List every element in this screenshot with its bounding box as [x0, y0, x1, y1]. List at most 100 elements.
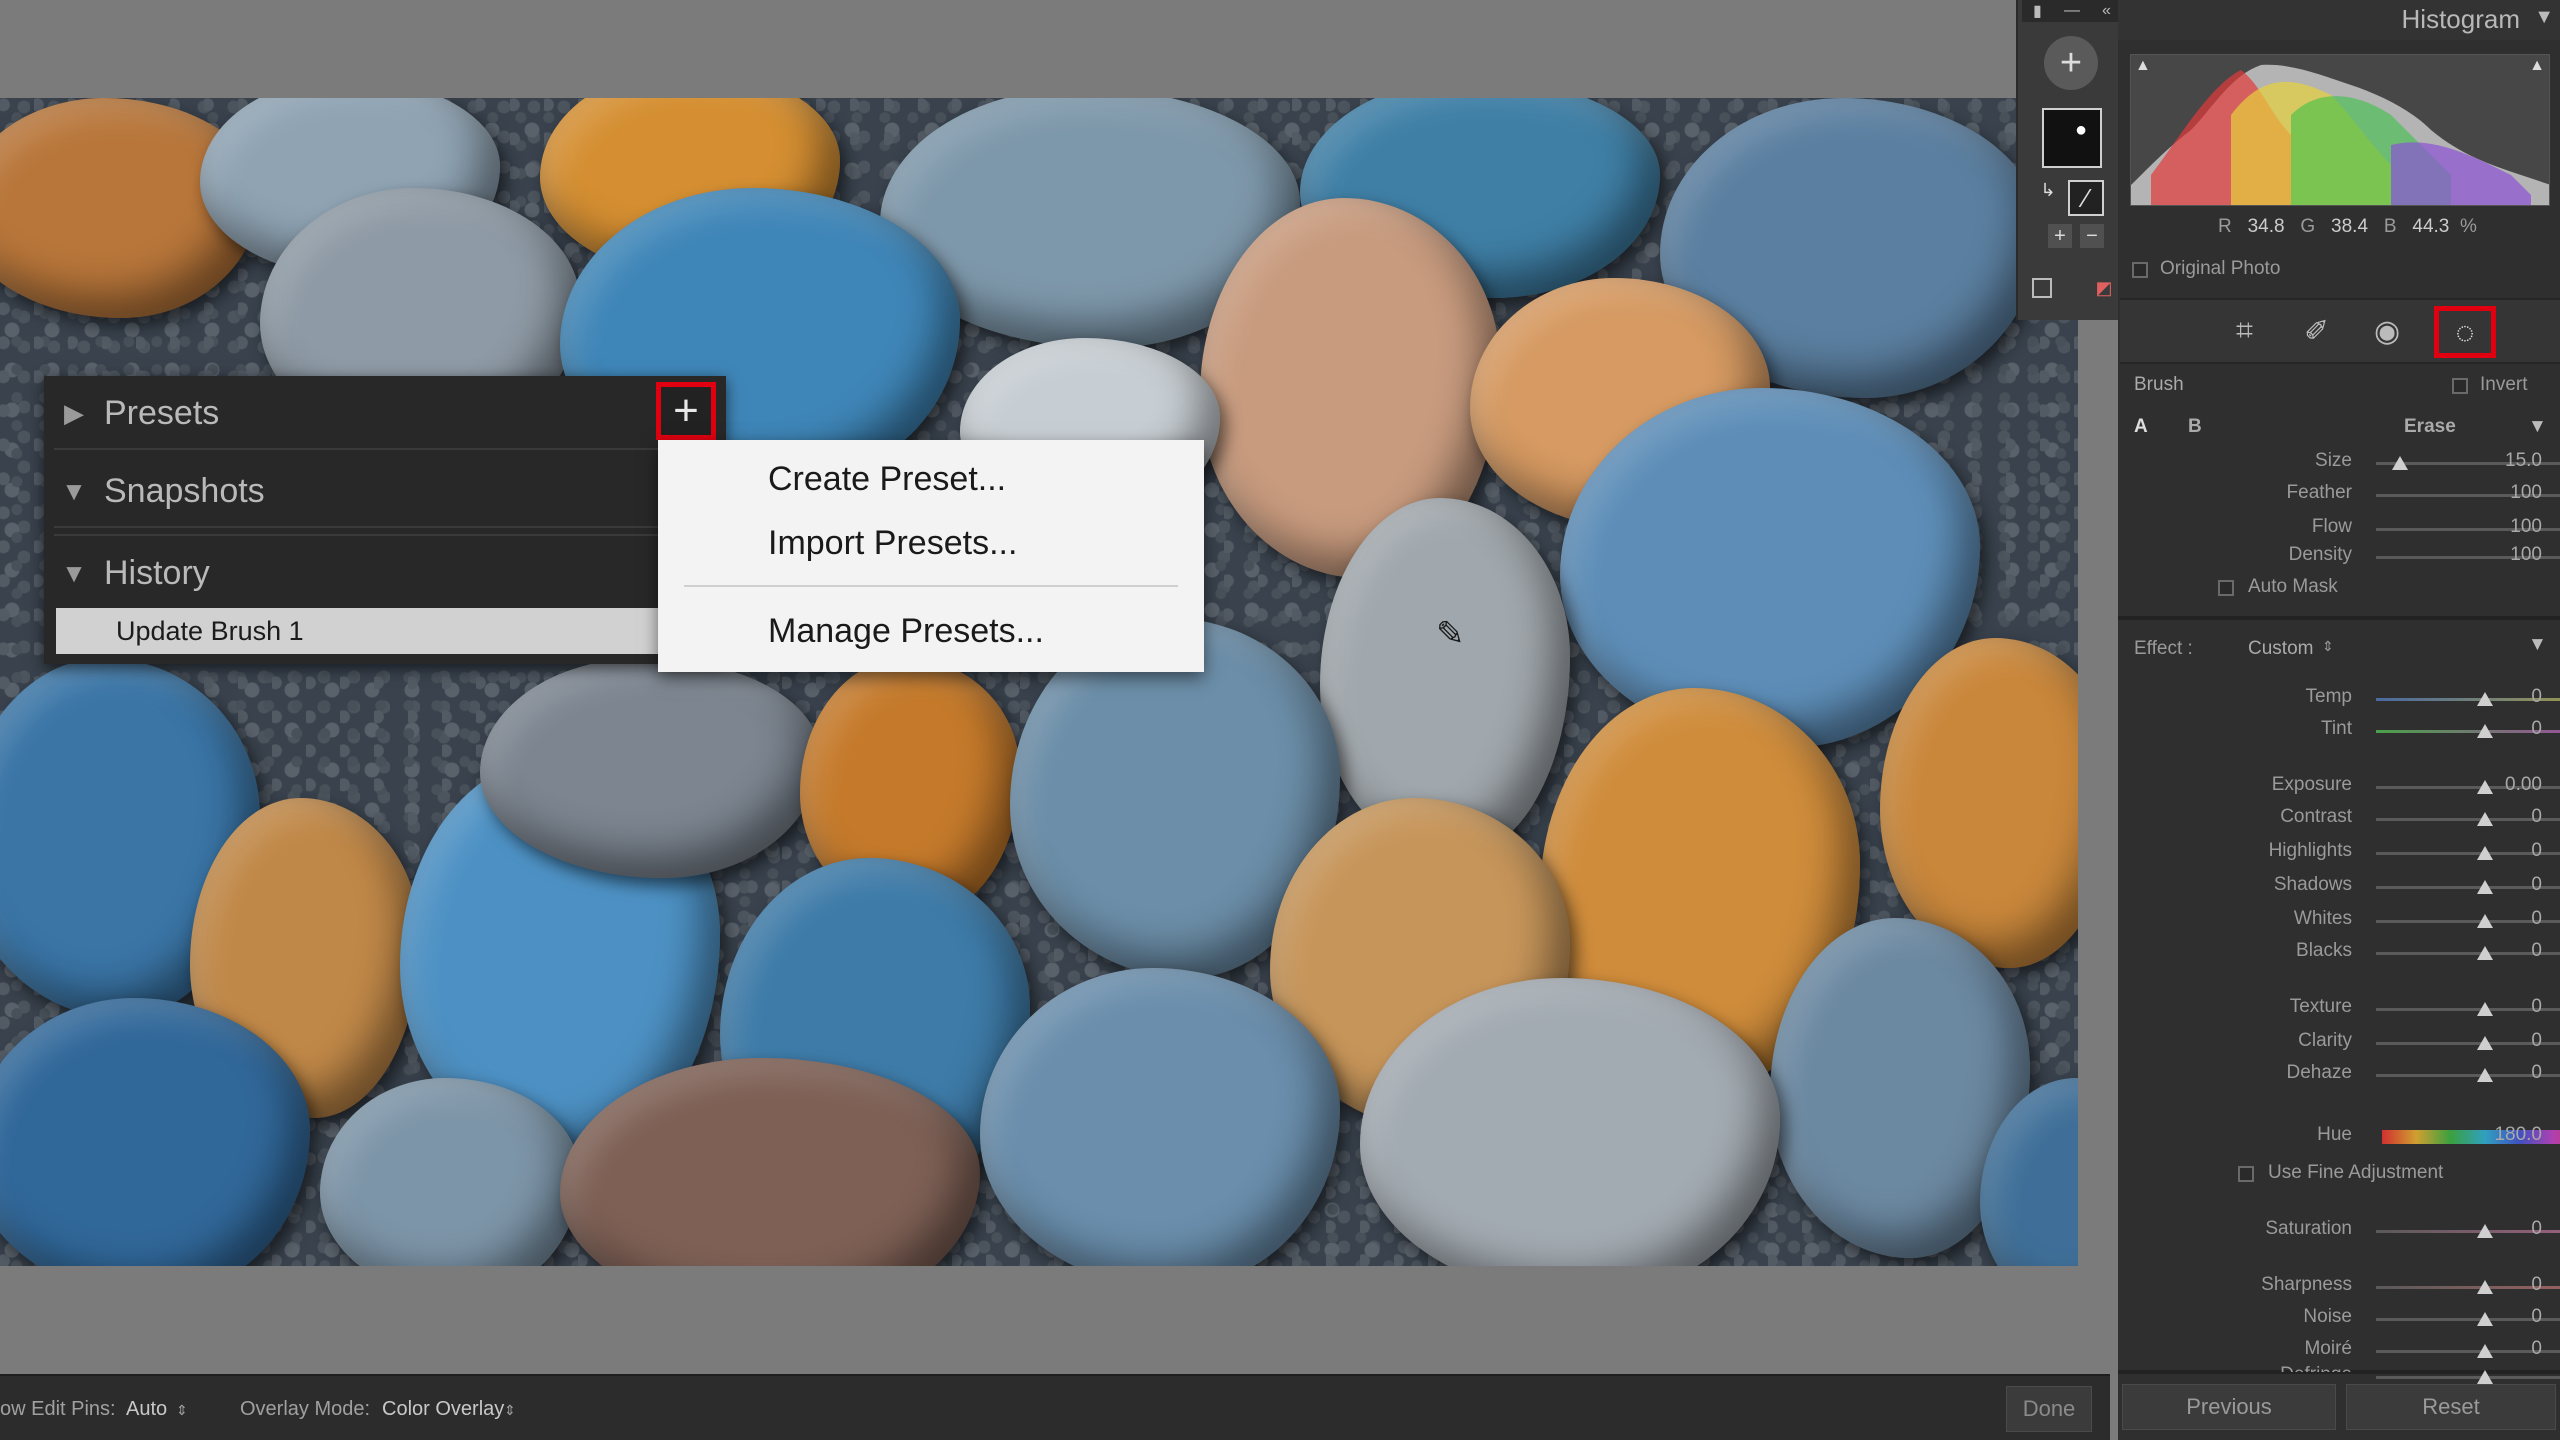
effect-slider-label: Sharpness — [2261, 1274, 2352, 1295]
done-label: Done — [2022, 1396, 2076, 1421]
effect-slider-label: Dehaze — [2286, 1062, 2353, 1083]
highlight-clipping-icon[interactable]: ▲ — [2529, 57, 2545, 75]
presets-header[interactable]: ▶ Presets — [44, 376, 726, 450]
reset-button[interactable]: Reset — [2346, 1384, 2556, 1430]
previous-button[interactable]: Previous — [2122, 1384, 2336, 1430]
effect-slider-value[interactable]: 180.0 — [2482, 1124, 2542, 1146]
mask-tool-strip: ▮ — « + ● ⁄ ↳ + − ◩ — [2016, 0, 2124, 320]
r-value: 34.8 — [2247, 216, 2285, 237]
rgb-readout: R 34.8 G 38.4 B 44.3 % — [2218, 216, 2477, 238]
effect-preset-select[interactable]: Custom — [2248, 638, 2313, 660]
edit-pins-arrows-icon: ⇕ — [176, 1402, 188, 1418]
effect-slider-value[interactable]: 0 — [2482, 1306, 2542, 1328]
invert-label: Invert — [2480, 374, 2528, 395]
size-label: Size — [2315, 450, 2352, 471]
effect-slider-knob[interactable] — [2477, 1370, 2493, 1384]
section-divider — [2118, 616, 2560, 620]
import-presets-menu-item[interactable]: Import Presets... — [768, 524, 1017, 563]
add-to-mask-button[interactable]: + — [2048, 224, 2072, 248]
effect-slider-label: Tint — [2321, 718, 2352, 739]
history-header[interactable]: ▼ History — [44, 536, 726, 610]
collapse-down-icon: ▼ — [61, 557, 87, 588]
effect-slider-value[interactable]: 0 — [2482, 1218, 2542, 1240]
create-preset-menu-item[interactable]: Create Preset... — [768, 460, 1006, 499]
overlay-mode-label: Overlay Mode: — [240, 1398, 371, 1420]
show-overlay-icon[interactable]: ◩ — [2092, 276, 2116, 300]
masking-tool-button[interactable]: ◌ — [2434, 306, 2496, 358]
b-label: B — [2383, 216, 2397, 237]
subtract-from-mask-button[interactable]: − — [2080, 224, 2104, 248]
histogram-header[interactable]: Histogram ▼ — [2118, 0, 2560, 40]
tool-icons-row: ⌗ ✐ ◉ ◌ — [2120, 298, 2560, 364]
shadow-clipping-icon[interactable]: ▲ — [2135, 57, 2151, 75]
effect-slider-value[interactable]: 0 — [2482, 996, 2542, 1018]
invert-checkbox[interactable] — [2452, 378, 2468, 394]
photo-canvas[interactable]: ✎ — [0, 98, 2078, 1266]
effect-slider-value[interactable]: 0.00 — [2482, 774, 2542, 796]
feather-value[interactable]: 100 — [2482, 482, 2542, 504]
effect-slider-label: Noise — [2303, 1306, 2352, 1327]
history-item[interactable]: Update Brush 1 — [56, 608, 716, 654]
original-photo-checkbox[interactable] — [2132, 262, 2148, 278]
effect-slider-label: Moiré — [2304, 1338, 2352, 1359]
effect-slider-label: Whites — [2293, 908, 2352, 929]
size-slider-knob[interactable] — [2392, 456, 2408, 470]
effect-slider-value[interactable]: 0 — [2482, 840, 2542, 862]
effect-slider-value[interactable]: 0 — [2482, 718, 2542, 740]
effect-slider-value[interactable]: 0 — [2482, 686, 2542, 708]
effect-slider-label: Clarity — [2298, 1030, 2352, 1051]
b-value: 44.3 — [2412, 216, 2450, 237]
mask-thumbnail[interactable]: ● — [2042, 108, 2102, 168]
effect-slider-label: Exposure — [2271, 774, 2352, 795]
brush-collapse-icon[interactable]: ▼ — [2528, 416, 2547, 438]
effect-slider-value[interactable]: 0 — [2482, 1274, 2542, 1296]
snapshots-header[interactable]: ▼ Snapshots — [44, 454, 726, 528]
fine-adjustment-checkbox[interactable] — [2238, 1166, 2254, 1182]
effect-slider-label: Blacks — [2296, 940, 2352, 961]
original-photo-label: Original Photo — [2160, 258, 2281, 279]
density-value[interactable]: 100 — [2482, 544, 2542, 566]
crop-icon[interactable]: ⌗ — [2236, 314, 2253, 348]
overlay-mode-select[interactable]: Color Overlay — [382, 1398, 504, 1421]
brush-b-tab[interactable]: B — [2188, 416, 2202, 438]
effect-slider-label: Shadows — [2273, 874, 2352, 895]
edit-pins-label: ow Edit Pins: — [0, 1398, 116, 1420]
overlay-toggle-button[interactable] — [2032, 278, 2052, 298]
red-eye-icon[interactable]: ◉ — [2374, 314, 2400, 349]
size-value[interactable]: 15.0 — [2482, 450, 2542, 472]
effect-collapse-icon[interactable]: ▼ — [2528, 634, 2547, 656]
mask-dot-icon: ● — [2074, 118, 2088, 141]
previous-label: Previous — [2186, 1394, 2272, 1419]
flow-label: Flow — [2311, 516, 2352, 537]
brush-a-tab[interactable]: A — [2134, 416, 2148, 438]
flow-value[interactable]: 100 — [2482, 516, 2542, 538]
effect-slider-value[interactable]: 0 — [2482, 908, 2542, 930]
effect-slider-track[interactable] — [2376, 1376, 2560, 1379]
overlay-arrows-icon: ⇕ — [504, 1402, 516, 1418]
panel-icon[interactable]: ▮ — [2033, 1, 2042, 21]
brush-mask-thumbnail[interactable]: ⁄ — [2068, 180, 2104, 216]
collapse-icon[interactable]: « — [2102, 2, 2111, 20]
effect-slider-value[interactable]: 0 — [2482, 874, 2542, 896]
effect-slider-value[interactable]: 0 — [2482, 806, 2542, 828]
history-item-label: Update Brush 1 — [116, 615, 304, 646]
auto-mask-checkbox[interactable] — [2218, 580, 2234, 596]
effect-slider-label: Hue — [2317, 1124, 2352, 1145]
effect-slider-value[interactable]: 0 — [2482, 1338, 2542, 1360]
edit-pins-select[interactable]: Auto — [126, 1398, 167, 1421]
brush-erase-tab[interactable]: Erase — [2404, 416, 2456, 438]
effect-slider-value[interactable]: 0 — [2482, 940, 2542, 962]
manage-presets-menu-item[interactable]: Manage Presets... — [768, 612, 1044, 651]
add-mask-button[interactable]: + — [2044, 36, 2098, 90]
healing-icon[interactable]: ✐ — [2304, 314, 2329, 349]
effect-slider-label: Defringe — [2202, 1364, 2352, 1372]
effect-slider-value[interactable]: 0 — [2482, 1062, 2542, 1084]
add-preset-button[interactable]: + — [656, 382, 716, 440]
done-button[interactable]: Done — [2006, 1386, 2092, 1432]
effect-label: Effect : — [2134, 638, 2193, 659]
effect-select-arrows-icon: ⇕ — [2322, 638, 2334, 654]
effect-slider-value[interactable]: 0 — [2482, 1030, 2542, 1052]
mask-link-icon: ↳ — [2040, 179, 2056, 200]
minimize-icon[interactable]: — — [2064, 2, 2080, 20]
density-label: Density — [2288, 544, 2352, 565]
